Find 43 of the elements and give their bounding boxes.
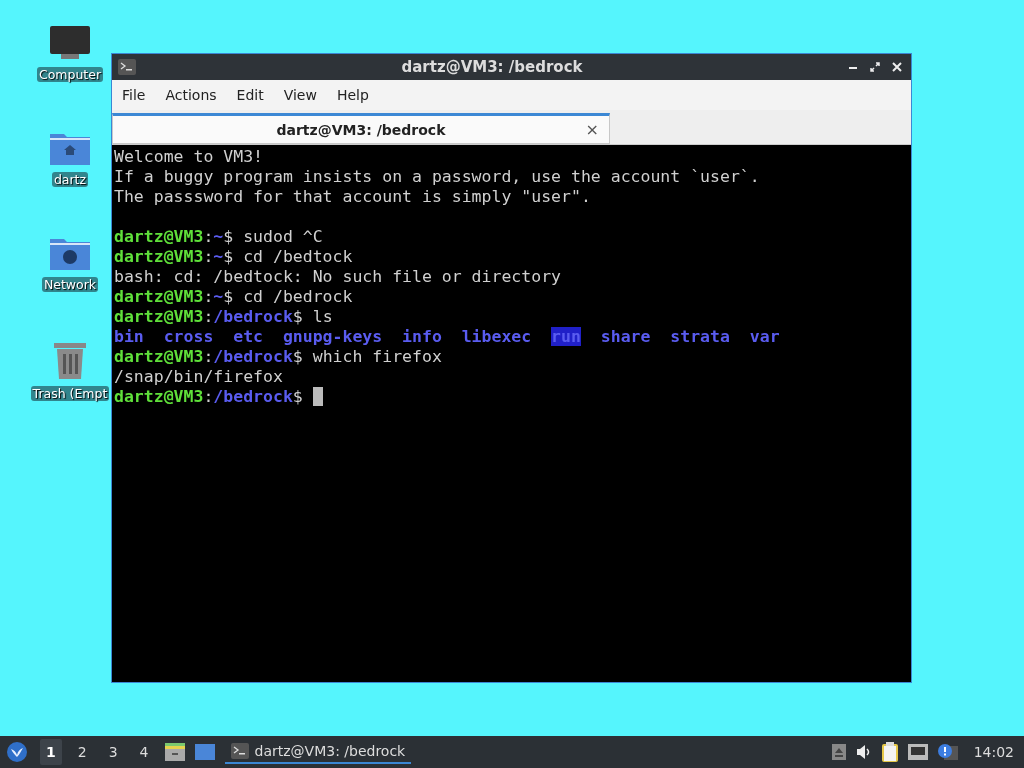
terminal-line: The passsword for that account is simply "user". [114,187,591,207]
terminal-line: dartz@VM3:~$ cd /bedrock [114,287,353,307]
terminal-tab[interactable]: dartz@VM3: /bedrock × [112,113,610,144]
menu-item[interactable]: Edit [226,87,274,103]
network-port-icon[interactable] [907,744,928,760]
notification-icon[interactable] [937,744,958,760]
workspace-button[interactable]: 1 [40,739,62,765]
eject-icon[interactable] [831,744,846,760]
terminal-line: dartz@VM3:/bedrock$ [114,387,323,407]
terminal-line: dartz@VM3:/bedrock$ ls [114,307,333,327]
terminal-line: dartz@VM3:~$ sudod ^C [114,227,323,247]
menu-item[interactable]: View [273,87,327,103]
desktop-icon-label[interactable]: Computer [36,67,104,82]
terminal-line: dartz@VM3:/bedrock$ which firefox [114,347,442,367]
desktop-icon-label[interactable]: Trash (Empt [30,386,110,401]
terminal-icon [118,59,136,75]
terminal-line: bin cross etc gnupg-keys info libexec run share strata var [114,327,780,347]
cursor [312,387,323,406]
desktop-icon-label[interactable]: dartz [51,172,89,187]
speaker-icon[interactable] [855,745,872,759]
window-title: dartz@VM3: /bedrock [400,58,584,76]
menu-item[interactable]: File [112,87,156,103]
close-icon[interactable] [892,62,902,72]
terminal-line: If a buggy program insists on a password, use the account `user`. [114,167,760,187]
monitor-icon[interactable] [49,25,91,61]
clock[interactable]: 14:02 [973,744,1014,760]
terminal-line: /snap/bin/firefox [114,367,283,387]
workspace-button[interactable]: 2 [71,739,93,765]
workspace-button[interactable]: 3 [102,739,124,765]
maximize-icon[interactable] [870,62,880,72]
terminal-icon [230,743,249,759]
workspace-button[interactable]: 4 [133,739,155,765]
file-cabinet-icon[interactable] [164,743,185,761]
terminal-line: dartz@VM3:~$ cd /bedtock [114,247,353,267]
menu-item[interactable]: Help [326,87,379,103]
clipboard-icon[interactable] [881,742,898,762]
desktop-icon[interactable] [194,744,215,760]
terminal-line: Welcome to VM3! [114,147,263,167]
terminal-line: bash: cd: /bedtock: No such file or directory [114,267,562,287]
desktop-icon-label[interactable]: Network [41,277,99,292]
taskbar-window-button[interactable]: dartz@VM3: /bedrock [224,740,412,764]
close-tab-button[interactable]: × [585,120,599,139]
menu-item[interactable]: Actions [155,87,227,103]
